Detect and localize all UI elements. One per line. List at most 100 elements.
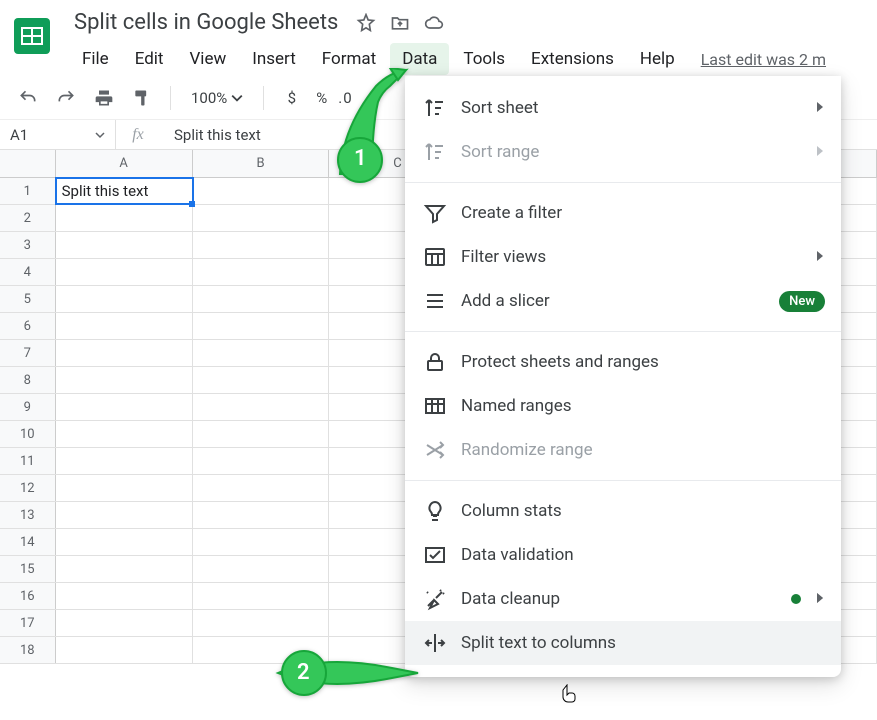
menu-item-label: Data validation <box>461 545 574 565</box>
menu-item-filter[interactable]: Create a filter <box>405 191 841 235</box>
row-header[interactable]: 6 <box>0 313 56 339</box>
row-header[interactable]: 16 <box>0 583 56 609</box>
cell[interactable] <box>56 637 193 663</box>
cell[interactable] <box>193 178 330 204</box>
last-edit-link[interactable]: Last edit was 2 m <box>701 50 826 69</box>
paint-format-button[interactable] <box>128 84 156 112</box>
format-number-button[interactable]: .0 <box>338 84 352 112</box>
row-header[interactable]: 17 <box>0 610 56 636</box>
cell[interactable] <box>56 556 193 582</box>
row-header[interactable]: 4 <box>0 259 56 285</box>
move-to-folder-icon[interactable] <box>390 13 410 33</box>
menu-item-slicer[interactable]: Add a slicerNew <box>405 279 841 323</box>
menu-edit[interactable]: Edit <box>123 43 176 75</box>
cell[interactable] <box>193 583 330 609</box>
row-header[interactable]: 14 <box>0 529 56 555</box>
row-header[interactable]: 7 <box>0 340 56 366</box>
menu-view[interactable]: View <box>177 43 238 75</box>
sheets-logo[interactable] <box>10 14 54 58</box>
cell[interactable] <box>193 637 330 663</box>
cell[interactable] <box>56 259 193 285</box>
menu-item-label: Data cleanup <box>461 589 560 609</box>
cell[interactable] <box>56 502 193 528</box>
star-icon[interactable] <box>356 13 376 33</box>
name-box[interactable]: A1 <box>0 120 116 149</box>
cell[interactable] <box>193 232 330 258</box>
cell[interactable]: Split this text <box>56 178 193 204</box>
cell[interactable] <box>193 394 330 420</box>
chevron-right-icon <box>815 142 825 162</box>
cell[interactable] <box>193 205 330 231</box>
cell[interactable] <box>56 232 193 258</box>
cell[interactable] <box>193 313 330 339</box>
randomize-icon <box>423 438 447 462</box>
format-currency-button[interactable]: $ <box>278 84 306 112</box>
column-header[interactable]: B <box>193 150 330 177</box>
row-header[interactable]: 18 <box>0 637 56 663</box>
row-header[interactable]: 3 <box>0 232 56 258</box>
row-header[interactable]: 11 <box>0 448 56 474</box>
select-all-corner[interactable] <box>0 150 56 177</box>
cell[interactable] <box>56 421 193 447</box>
cell[interactable] <box>193 502 330 528</box>
cell[interactable] <box>193 286 330 312</box>
cell[interactable] <box>56 340 193 366</box>
cell[interactable] <box>193 259 330 285</box>
menu-item-cleanup[interactable]: Data cleanup <box>405 577 841 621</box>
menu-extensions[interactable]: Extensions <box>519 43 626 75</box>
menu-item-bulb[interactable]: Column stats <box>405 489 841 533</box>
menu-item-split[interactable]: Split text to columns <box>405 621 841 665</box>
column-header[interactable]: A <box>56 150 193 177</box>
row-header[interactable]: 1 <box>0 178 56 204</box>
zoom-select[interactable]: 100% <box>185 89 249 107</box>
cell[interactable] <box>193 367 330 393</box>
cell[interactable] <box>56 367 193 393</box>
redo-button[interactable] <box>52 84 80 112</box>
cell[interactable] <box>193 610 330 636</box>
cell[interactable] <box>193 448 330 474</box>
menu-item-named-ranges[interactable]: Named ranges <box>405 384 841 428</box>
cloud-status-icon[interactable] <box>424 13 444 33</box>
menu-format[interactable]: Format <box>310 43 388 75</box>
cell[interactable] <box>56 286 193 312</box>
menu-item-filter-views[interactable]: Filter views <box>405 235 841 279</box>
row-header[interactable]: 13 <box>0 502 56 528</box>
format-percent-button[interactable]: % <box>316 84 328 112</box>
menu-item-validation[interactable]: Data validation <box>405 533 841 577</box>
cell[interactable] <box>56 610 193 636</box>
menu-data[interactable]: Data <box>390 43 449 75</box>
document-title[interactable]: Split cells in Google Sheets <box>70 8 342 37</box>
cell[interactable] <box>56 475 193 501</box>
formula-input[interactable]: Split this text <box>160 126 261 144</box>
cell[interactable] <box>56 394 193 420</box>
menu-insert[interactable]: Insert <box>240 43 308 75</box>
row-header[interactable]: 2 <box>0 205 56 231</box>
menu-item-sort-sheet[interactable]: Sort sheet <box>405 86 841 130</box>
cell[interactable] <box>56 583 193 609</box>
row-header[interactable]: 5 <box>0 286 56 312</box>
cell[interactable] <box>56 205 193 231</box>
cell[interactable] <box>193 475 330 501</box>
print-button[interactable] <box>90 84 118 112</box>
cell[interactable] <box>56 529 193 555</box>
menu-file[interactable]: File <box>70 43 121 75</box>
new-badge: New <box>779 291 825 312</box>
menu-item-lock[interactable]: Protect sheets and ranges <box>405 340 841 384</box>
row-header[interactable]: 15 <box>0 556 56 582</box>
cell[interactable] <box>193 529 330 555</box>
row-header[interactable]: 12 <box>0 475 56 501</box>
cell[interactable] <box>193 421 330 447</box>
cell[interactable] <box>56 448 193 474</box>
row-header[interactable]: 8 <box>0 367 56 393</box>
row-header[interactable]: 9 <box>0 394 56 420</box>
cell[interactable] <box>193 340 330 366</box>
cell[interactable] <box>56 313 193 339</box>
sort-sheet-icon <box>423 96 447 120</box>
menu-tools[interactable]: Tools <box>451 43 517 75</box>
cell[interactable] <box>193 556 330 582</box>
sort-range-icon <box>423 140 447 164</box>
row-header[interactable]: 10 <box>0 421 56 447</box>
menu-help[interactable]: Help <box>628 43 687 75</box>
menu-item-label: Filter views <box>461 247 546 267</box>
undo-button[interactable] <box>14 84 42 112</box>
